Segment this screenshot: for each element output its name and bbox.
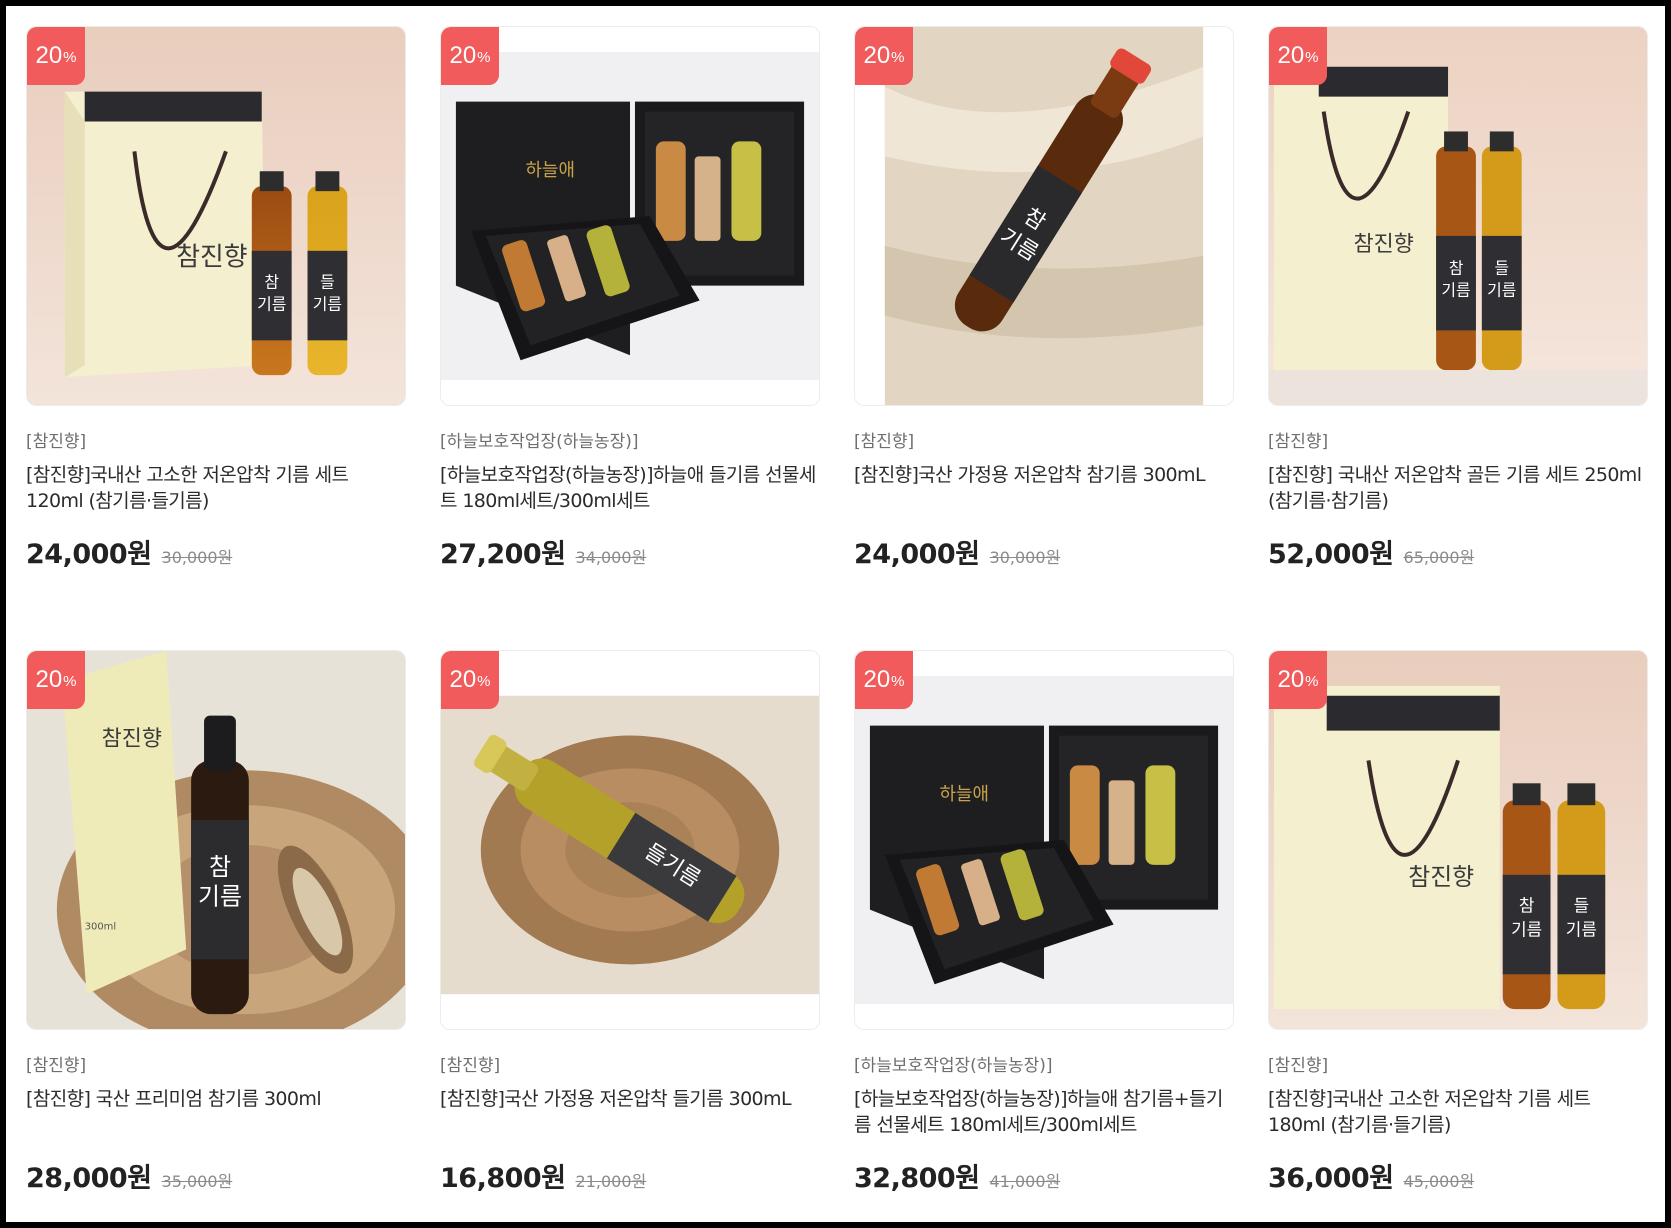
product-card[interactable]: 참진향 참 기름 들 기름 20% [참진향] [참진향]국내산 고소한 저온압… bbox=[1268, 650, 1648, 1222]
svg-text:기름: 기름 bbox=[1441, 281, 1470, 300]
product-brand: [참진향] bbox=[26, 432, 87, 452]
discount-badge: 20% bbox=[855, 651, 913, 709]
svg-text:기름: 기름 bbox=[1511, 919, 1542, 939]
product-brand: [참진향] bbox=[1268, 432, 1329, 452]
product-title[interactable]: [하늘보호작업장(하늘농장)]하늘애 들기름 선물세트 180ml세트/300m… bbox=[440, 462, 820, 514]
price-row: 36,000원 45,000원 bbox=[1268, 1156, 1648, 1195]
product-card[interactable]: 참 기름 20% [참진향] [참진향]국산 가정용 저온압착 참기름 300m… bbox=[854, 26, 1234, 650]
svg-text:참: 참 bbox=[264, 273, 279, 292]
product-brand: [참진향] bbox=[26, 1056, 87, 1076]
original-price: 45,000원 bbox=[1403, 1172, 1475, 1191]
original-price: 35,000원 bbox=[161, 1172, 233, 1191]
original-price: 21,000원 bbox=[575, 1172, 647, 1191]
svg-text:기름: 기름 bbox=[313, 295, 342, 314]
discount-badge: 20% bbox=[855, 27, 913, 85]
sale-price: 24,000원 bbox=[854, 539, 980, 570]
svg-text:하늘애: 하늘애 bbox=[526, 160, 575, 181]
svg-text:기름: 기름 bbox=[1566, 919, 1597, 939]
product-title[interactable]: [하늘보호작업장(하늘농장)]하늘애 참기름+들기름 선물세트 180ml세트/… bbox=[854, 1086, 1234, 1138]
price-row: 52,000원 65,000원 bbox=[1268, 532, 1648, 571]
product-grid: 참진향 참 기름 들 기름 20% [참진향] [참진향]국내산 고소한 저온압… bbox=[26, 26, 1648, 1222]
product-image[interactable]: 들기름 20% bbox=[440, 650, 820, 1030]
product-card[interactable]: 참진향 참 기름 들 기름 20% [참진향] [참진향]국내산 고소한 저온압… bbox=[26, 26, 406, 650]
discount-badge: 20% bbox=[1269, 27, 1327, 85]
product-card[interactable]: 들기름 20% [참진향] [참진향]국산 가정용 저온압착 들기름 300mL… bbox=[440, 650, 820, 1222]
product-brand: [참진향] bbox=[440, 1056, 501, 1076]
svg-text:하늘애: 하늘애 bbox=[940, 784, 989, 805]
svg-text:참진향: 참진향 bbox=[1408, 863, 1474, 891]
original-price: 30,000원 bbox=[161, 548, 233, 567]
svg-text:들: 들 bbox=[1494, 259, 1509, 278]
sale-price: 24,000원 bbox=[26, 539, 152, 570]
product-card[interactable]: 참진향 300ml 참 기름 20% [참진향] [참진향] 국산 프리미엄 참… bbox=[26, 650, 406, 1222]
sale-price: 28,000원 bbox=[26, 1163, 152, 1194]
product-image[interactable]: 참진향 참 기름 들 기름 20% bbox=[26, 26, 406, 406]
discount-badge: 20% bbox=[441, 27, 499, 85]
product-title[interactable]: [참진향]국산 가정용 저온압착 참기름 300mL bbox=[854, 462, 1234, 514]
price-row: 24,000원 30,000원 bbox=[26, 532, 406, 571]
sale-price: 27,200원 bbox=[440, 539, 566, 570]
product-title[interactable]: [참진향] 국산 프리미엄 참기름 300ml bbox=[26, 1086, 406, 1138]
svg-text:기름: 기름 bbox=[257, 295, 286, 314]
svg-text:참: 참 bbox=[209, 853, 231, 881]
discount-badge: 20% bbox=[1269, 651, 1327, 709]
product-title[interactable]: [참진향]국산 가정용 저온압착 들기름 300mL bbox=[440, 1086, 820, 1138]
original-price: 34,000원 bbox=[575, 548, 647, 567]
svg-text:참진향: 참진향 bbox=[1354, 232, 1414, 257]
price-row: 27,200원 34,000원 bbox=[440, 532, 820, 571]
price-row: 16,800원 21,000원 bbox=[440, 1156, 820, 1195]
sale-price: 32,800원 bbox=[854, 1163, 980, 1194]
svg-text:기름: 기름 bbox=[198, 883, 242, 911]
price-row: 28,000원 35,000원 bbox=[26, 1156, 406, 1195]
product-grid-frame: 참진향 참 기름 들 기름 20% [참진향] [참진향]국내산 고소한 저온압… bbox=[6, 6, 1665, 1222]
discount-badge: 20% bbox=[27, 651, 85, 709]
original-price: 30,000원 bbox=[989, 548, 1061, 567]
product-title[interactable]: [참진향]국내산 고소한 저온압착 기름 세트 180ml (참기름·들기름) bbox=[1268, 1086, 1648, 1138]
product-image[interactable]: 하늘애 20% bbox=[854, 650, 1234, 1030]
sale-price: 16,800원 bbox=[440, 1163, 566, 1194]
sale-price: 52,000원 bbox=[1268, 539, 1394, 570]
svg-text:참: 참 bbox=[1449, 259, 1464, 278]
original-price: 41,000원 bbox=[989, 1172, 1061, 1191]
product-card[interactable]: 하늘애 20% [하늘보호작업장(하늘농장)] [하늘보호작업장(하늘농장)]하… bbox=[854, 650, 1234, 1222]
sale-price: 36,000원 bbox=[1268, 1163, 1394, 1194]
product-image[interactable]: 하늘애 20% bbox=[440, 26, 820, 406]
product-brand: [하늘보호작업장(하늘농장)] bbox=[854, 1056, 1053, 1076]
discount-badge: 20% bbox=[441, 651, 499, 709]
product-title[interactable]: [참진향]국내산 고소한 저온압착 기름 세트 120ml (참기름·들기름) bbox=[26, 462, 406, 514]
product-image[interactable]: 참진향 참 기름 들 기름 20% bbox=[1268, 650, 1648, 1030]
svg-text:기름: 기름 bbox=[1487, 281, 1516, 300]
price-row: 32,800원 41,000원 bbox=[854, 1156, 1234, 1195]
product-title[interactable]: [참진향] 국내산 저온압착 골든 기름 세트 250ml (참기름·참기름) bbox=[1268, 462, 1648, 514]
original-price: 65,000원 bbox=[1403, 548, 1475, 567]
svg-text:들: 들 bbox=[1574, 896, 1590, 916]
product-brand: [하늘보호작업장(하늘농장)] bbox=[440, 432, 639, 452]
product-image[interactable]: 참진향 300ml 참 기름 20% bbox=[26, 650, 406, 1030]
product-card[interactable]: 하늘애 20% [하늘보호작업장(하늘농장)] [하늘보호작업장(하늘농장)]하… bbox=[440, 26, 820, 650]
svg-text:300ml: 300ml bbox=[85, 922, 116, 933]
svg-text:참진향: 참진향 bbox=[176, 243, 247, 273]
svg-text:참진향: 참진향 bbox=[102, 727, 162, 752]
product-card[interactable]: 참진향 참 기름 들 기름 20% [참진향] [참진향] 국내산 저온압착 골… bbox=[1268, 26, 1648, 650]
product-image[interactable]: 참 기름 20% bbox=[854, 26, 1234, 406]
product-brand: [참진향] bbox=[854, 432, 915, 452]
product-brand: [참진향] bbox=[1268, 1056, 1329, 1076]
price-row: 24,000원 30,000원 bbox=[854, 532, 1234, 571]
svg-text:들: 들 bbox=[320, 273, 335, 292]
discount-badge: 20% bbox=[27, 27, 85, 85]
svg-text:참: 참 bbox=[1519, 896, 1535, 916]
product-image[interactable]: 참진향 참 기름 들 기름 20% bbox=[1268, 26, 1648, 406]
